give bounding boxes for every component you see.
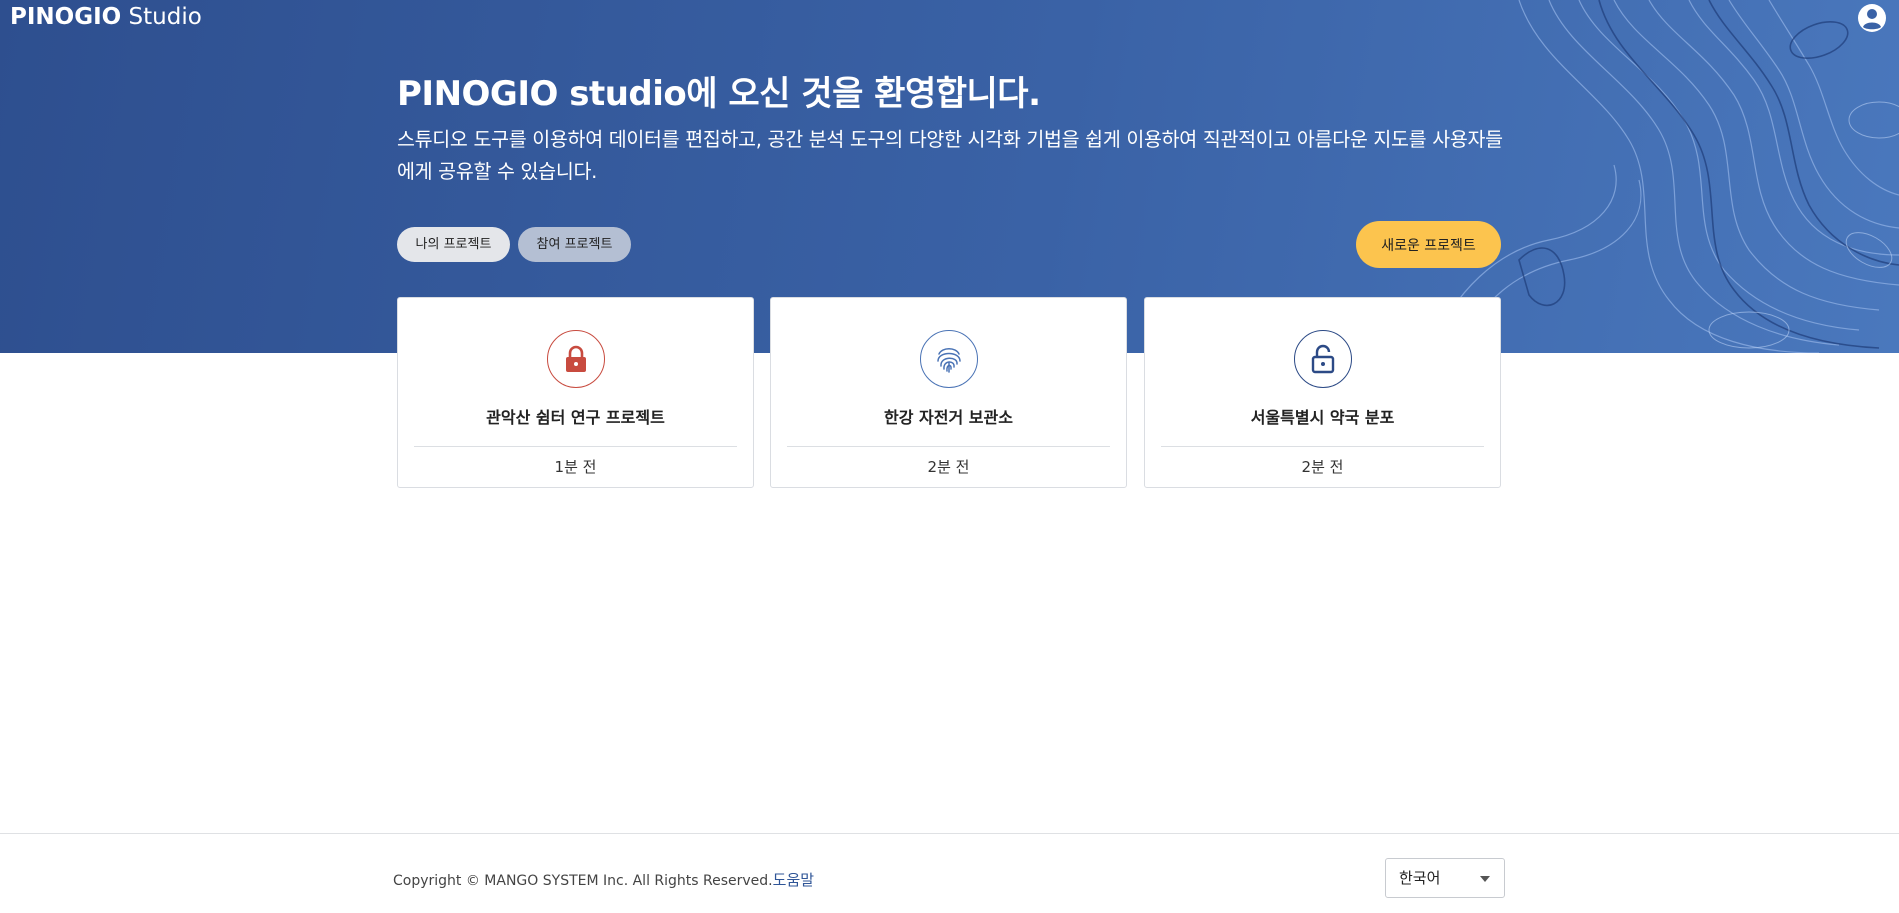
help-link[interactable]: 도움말 xyxy=(773,871,814,889)
new-project-button[interactable]: 새로운 프로젝트 xyxy=(1356,221,1501,268)
card-divider xyxy=(787,446,1110,447)
project-card[interactable]: 서울특별시 약국 분포 2분 전 xyxy=(1144,297,1501,488)
brand-logo[interactable]: PINOGIO Studio xyxy=(10,4,202,30)
project-updated-time: 2분 전 xyxy=(1301,458,1344,476)
project-card[interactable]: 한강 자전거 보관소 2분 전 xyxy=(770,297,1127,488)
welcome-title: PINOGIO studio에 오신 것을 환영합니다. xyxy=(397,74,1041,114)
card-divider xyxy=(414,446,737,447)
project-updated-time: 1분 전 xyxy=(554,458,597,476)
project-title: 관악산 쉼터 연구 프로젝트 xyxy=(486,408,665,427)
language-select[interactable]: 한국어 xyxy=(1385,858,1505,898)
copyright-text: Copyright © MANGO SYSTEM Inc. All Rights… xyxy=(393,873,773,889)
brand-name: PINOGIO xyxy=(10,4,122,30)
lock-open-icon xyxy=(1293,330,1352,388)
project-card[interactable]: 관악산 쉼터 연구 프로젝트 1분 전 xyxy=(397,297,754,488)
project-updated-time: 2분 전 xyxy=(927,458,970,476)
project-title: 서울특별시 약국 분포 xyxy=(1250,408,1395,427)
fingerprint-icon xyxy=(919,330,978,388)
lock-closed-icon xyxy=(546,330,605,388)
footer-divider xyxy=(0,833,1899,834)
card-divider xyxy=(1161,446,1484,447)
tab-my-projects[interactable]: 나의 프로젝트 xyxy=(397,227,510,262)
welcome-description: 스튜디오 도구를 이용하여 데이터를 편집하고, 공간 분석 도구의 다양한 시… xyxy=(397,128,1503,183)
user-circle-icon[interactable] xyxy=(1857,3,1887,33)
chevron-down-icon xyxy=(1480,876,1490,882)
tab-joined-projects[interactable]: 참여 프로젝트 xyxy=(518,227,631,262)
language-value: 한국어 xyxy=(1399,869,1441,887)
footer-copyright: Copyright © MANGO SYSTEM Inc. All Rights… xyxy=(393,869,814,890)
project-title: 한강 자전거 보관소 xyxy=(884,408,1013,427)
brand-suffix: Studio xyxy=(128,4,202,30)
